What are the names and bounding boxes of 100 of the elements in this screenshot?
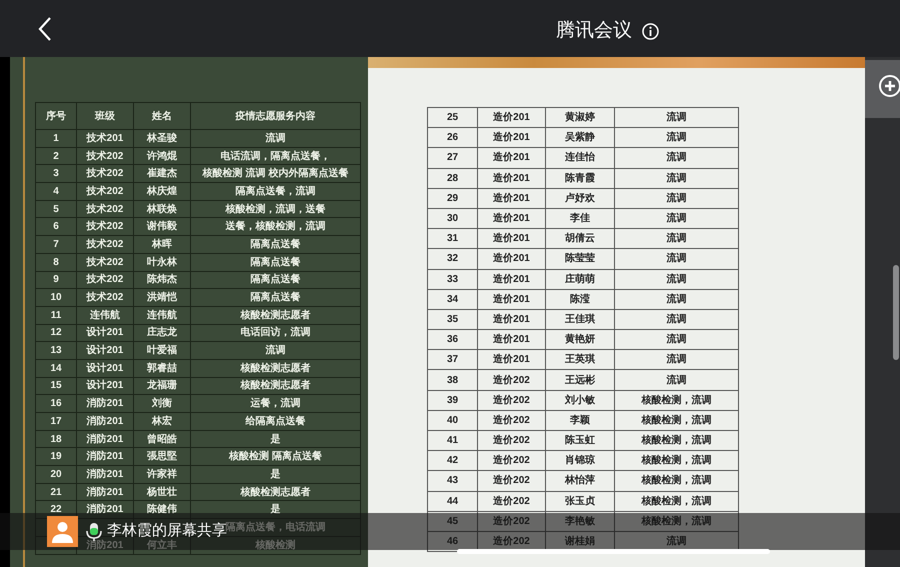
- table-cell: 何立丰: [134, 536, 191, 554]
- table-cell: 12: [36, 324, 77, 342]
- microphone-icon: [86, 522, 102, 542]
- table-cell: 是: [191, 466, 361, 483]
- table-cell: 核酸检测志愿者: [191, 484, 361, 500]
- table-cell: 40: [428, 410, 478, 430]
- table-cell: 核酸检测 流调 校内外隔离点送餐: [191, 165, 361, 182]
- table-cell: 郭睿喆: [134, 360, 191, 377]
- table-cell: 流调: [615, 188, 739, 208]
- table-cell: 流调: [615, 229, 739, 248]
- table-cell: 15: [36, 378, 77, 394]
- table-cell: 技术202: [77, 272, 134, 288]
- table-cell: 流调: [615, 350, 739, 370]
- table-cell: 流调: [615, 270, 739, 289]
- table-cell: 技术202: [77, 218, 134, 236]
- table-cell: 5: [36, 200, 77, 218]
- table-cell: 29: [428, 188, 478, 208]
- table-cell: 林联焕: [134, 200, 191, 218]
- table-cell: 造价202: [478, 471, 546, 491]
- table-cell: 消防201: [77, 448, 134, 466]
- table-cell: 25: [428, 108, 478, 128]
- table-cell: 造价201: [478, 148, 546, 168]
- info-icon[interactable]: [642, 22, 659, 40]
- table-cell: 造价202: [478, 512, 546, 531]
- table-cell: 流调: [615, 310, 739, 330]
- table-cell: 41: [428, 431, 478, 450]
- table-cell: 序号: [36, 103, 77, 129]
- table-cell: 35: [428, 310, 478, 330]
- table-cell: 核酸检测: [191, 536, 361, 554]
- table-cell: 17: [36, 413, 77, 430]
- table-cell: 核酸检测，流调: [615, 471, 739, 491]
- table-cell: 核酸检测，流调: [615, 492, 739, 511]
- table-cell: 吴紫静: [546, 128, 615, 148]
- table-cell: 10: [36, 289, 77, 306]
- table-cell: 姓名: [134, 103, 191, 129]
- table-cell: 張思堅: [134, 448, 191, 466]
- table-cell: 陈莹莹: [546, 249, 615, 268]
- table-cell: 技术201: [77, 130, 134, 147]
- table-cell: 运餐，流调: [191, 395, 361, 412]
- table-cell: 31: [428, 229, 478, 248]
- table-cell: 崔建杰: [134, 165, 191, 182]
- table-cell: 消防201: [77, 395, 134, 412]
- table-cell: 李佳: [546, 208, 615, 228]
- table-cell: 李颖: [546, 410, 615, 430]
- table-cell: 流调: [615, 249, 739, 268]
- table-cell: 隔离点送餐: [191, 272, 361, 288]
- table-cell: 11: [36, 306, 77, 324]
- table-cell: 陈滢: [546, 290, 615, 309]
- table-cell: 疫情志愿服务内容: [191, 103, 361, 129]
- table-cell: 造价201: [478, 168, 546, 188]
- table-cell: 造价201: [478, 188, 546, 208]
- table-cell: 设计201: [77, 324, 134, 342]
- table-cell: 45: [428, 512, 478, 531]
- zoom-in-icon[interactable]: [876, 74, 900, 98]
- table-cell: 流调: [615, 330, 739, 350]
- table-cell: 44: [428, 492, 478, 511]
- table-cell: 林圣骏: [134, 130, 191, 147]
- table-cell: 技术202: [77, 236, 134, 253]
- table-cell: 8: [36, 254, 77, 270]
- table-cell: 流调: [615, 108, 739, 128]
- table-cell: 给隔离点送餐: [191, 413, 361, 430]
- table-cell: 核酸检测，流调: [615, 512, 739, 531]
- table-cell: 38: [428, 370, 478, 390]
- table-cell: 技术202: [77, 165, 134, 182]
- table-cell: 许鸿焜: [134, 148, 191, 164]
- table-cell: 胡倩云: [546, 229, 615, 248]
- table-cell: 流调: [191, 342, 361, 359]
- table-cell: 消防201: [77, 484, 134, 500]
- table-cell: 造价201: [478, 270, 546, 289]
- table-cell: 核酸检测，流调，送餐: [191, 200, 361, 218]
- table-cell: 4: [36, 183, 77, 200]
- table-cell: 39: [428, 390, 478, 410]
- table-cell: 流调: [615, 370, 739, 390]
- table-cell: 曾昭皓: [134, 430, 191, 448]
- table-cell: 核酸检测，流调: [615, 410, 739, 430]
- table-cell: 林庆煌: [134, 183, 191, 200]
- table-cell: 2: [36, 148, 77, 164]
- table-cell: 26: [428, 128, 478, 148]
- table-cell: 送餐，核酸检测，流调: [191, 218, 361, 236]
- table-cell: 叶永林: [134, 254, 191, 270]
- table-cell: 是: [191, 501, 361, 518]
- table-cell: 36: [428, 330, 478, 350]
- table-cell: 洪靖恺: [134, 289, 191, 306]
- table-cell: 技术202: [77, 148, 134, 164]
- table-cell: 42: [428, 451, 478, 470]
- table-cell: 黄淑婷: [546, 108, 615, 128]
- zoom-button[interactable]: [865, 60, 900, 118]
- table-cell: 核酸检测，流调: [615, 451, 739, 470]
- table-cell: 流调: [615, 148, 739, 168]
- table-cell: 37: [428, 350, 478, 370]
- table-cell: 造价201: [478, 310, 546, 330]
- table-cell: 流调: [191, 130, 361, 147]
- table-cell: 刘小敏: [546, 390, 615, 410]
- table-cell: 隔离点送餐: [191, 289, 361, 306]
- table-cell: 造价201: [478, 330, 546, 350]
- table-cell: 流调: [615, 168, 739, 188]
- scrollbar[interactable]: [893, 265, 899, 360]
- table-cell: 核酸检测志愿者: [191, 378, 361, 394]
- avatar-icon: [47, 516, 78, 547]
- table-cell: 陈炜杰: [134, 272, 191, 288]
